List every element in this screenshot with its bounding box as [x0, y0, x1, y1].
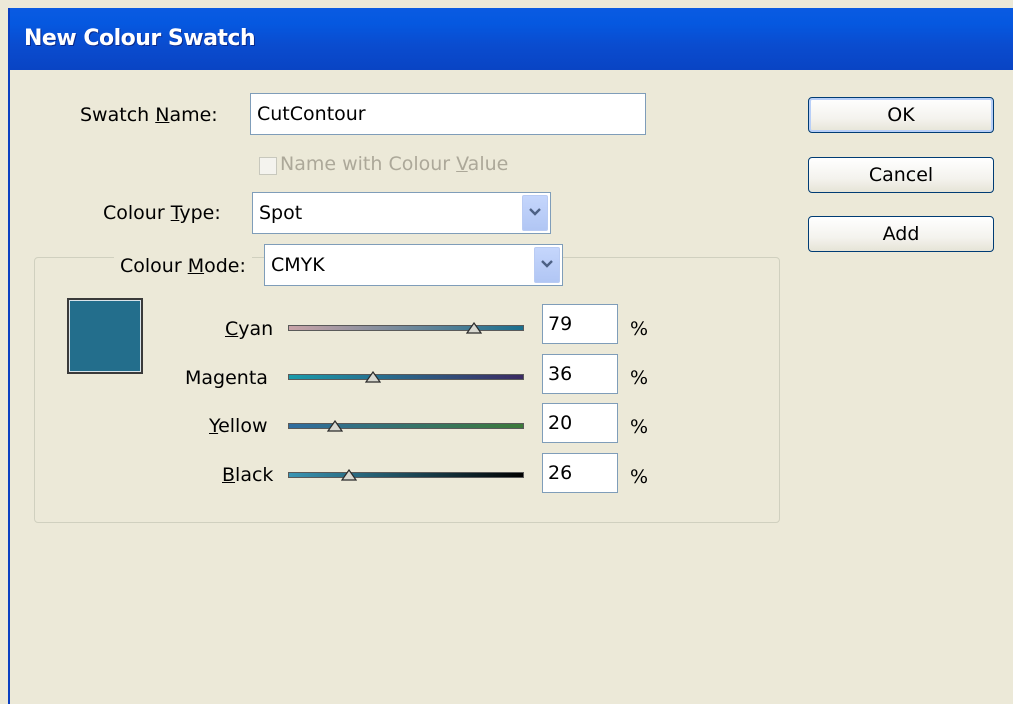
- yellow-label: Yellow: [209, 415, 268, 437]
- black-value-input[interactable]: 26: [542, 453, 618, 493]
- chevron-down-icon[interactable]: [534, 247, 560, 283]
- label-text: yan: [238, 318, 274, 340]
- label-mnemonic: C: [225, 318, 239, 340]
- label-text: Colour: [120, 255, 188, 277]
- black-slider-thumb[interactable]: [341, 469, 358, 481]
- colour-mode-select[interactable]: CMYK: [264, 244, 563, 286]
- label-text: ellow: [218, 415, 268, 437]
- percent-unit: %: [630, 466, 649, 488]
- cyan-slider[interactable]: [288, 325, 524, 331]
- cancel-button[interactable]: Cancel: [808, 157, 994, 193]
- colour-mode-value: CMYK: [271, 254, 325, 276]
- label-mnemonic: V: [456, 153, 468, 175]
- name-with-colour-value-label: Name with Colour Value: [280, 153, 508, 175]
- label-mnemonic: Y: [209, 415, 219, 437]
- dialog-title: New Colour Swatch: [24, 26, 256, 51]
- label-text: Colour: [103, 202, 171, 224]
- label-mnemonic: B: [222, 464, 236, 486]
- label-text: ode:: [204, 255, 246, 277]
- ok-button[interactable]: OK: [808, 97, 994, 133]
- colour-preview-swatch: [67, 298, 143, 374]
- magenta-value-input[interactable]: 36: [542, 354, 618, 394]
- label-mnemonic: M: [187, 255, 205, 277]
- label-mnemonic: N: [155, 104, 170, 126]
- colour-type-label: Colour Type:: [103, 202, 221, 224]
- swatch-name-label: Swatch Name:: [80, 104, 218, 126]
- percent-unit: %: [630, 367, 649, 389]
- label-text: alue: [467, 153, 509, 175]
- percent-unit: %: [630, 318, 649, 340]
- label-text: Magenta: [185, 367, 268, 389]
- black-label: Black: [222, 464, 273, 486]
- add-button[interactable]: Add: [808, 216, 994, 252]
- label-text: Name with Colour: [280, 153, 457, 175]
- yellow-slider[interactable]: [288, 423, 524, 429]
- cyan-value-input[interactable]: 79: [542, 304, 618, 344]
- chevron-down-icon[interactable]: [522, 195, 548, 231]
- colour-type-select[interactable]: Spot: [252, 192, 551, 234]
- label-text: ype:: [179, 202, 221, 224]
- label-text: lack: [235, 464, 274, 486]
- cyan-slider-thumb[interactable]: [466, 322, 483, 334]
- swatch-name-input[interactable]: CutContour: [250, 93, 646, 135]
- title-bar[interactable]: New Colour Swatch: [10, 8, 1013, 70]
- colour-mode-label: Colour Mode:: [114, 255, 252, 277]
- yellow-value-input[interactable]: 20: [542, 403, 618, 443]
- yellow-slider-thumb[interactable]: [327, 420, 344, 432]
- magenta-slider-thumb[interactable]: [364, 371, 381, 383]
- name-with-colour-value-checkbox[interactable]: [259, 157, 277, 175]
- colour-mode-group: [34, 257, 780, 523]
- magenta-slider[interactable]: [288, 374, 524, 380]
- colour-type-value: Spot: [259, 202, 303, 224]
- magenta-label: Magenta: [185, 367, 268, 389]
- label-text: Swatch: [80, 104, 156, 126]
- black-slider[interactable]: [288, 472, 524, 478]
- percent-unit: %: [630, 416, 649, 438]
- label-text: ame:: [169, 104, 218, 126]
- cyan-label: Cyan: [225, 318, 273, 340]
